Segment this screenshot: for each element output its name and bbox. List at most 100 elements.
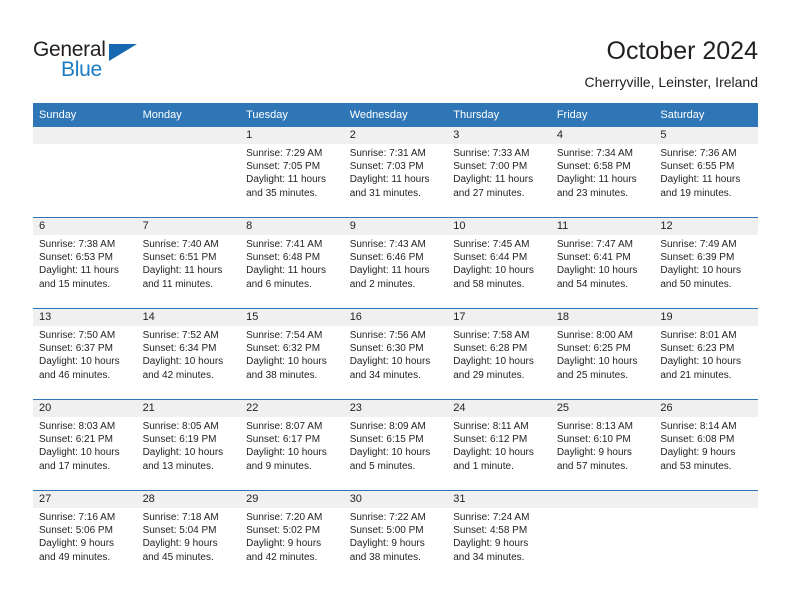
calendar-cell <box>550 490 655 581</box>
sunrise-text: Sunrise: 7:22 AM <box>349 512 426 523</box>
sunrise-text: Sunrise: 7:52 AM <box>142 330 219 341</box>
calendar-cell[interactable]: 3 Sunrise: 7:33 AM Sunset: 7:00 PM Daylight… <box>447 127 551 218</box>
calendar-cell-empty <box>550 491 655 581</box>
day-details: Sunrise: 7:38 AM Sunset: 6:53 PM Daylight:… <box>33 235 137 291</box>
daylight-text: Daylight: 10 hours and 42 minutes. <box>142 356 224 381</box>
calendar-cell[interactable]: 14 Sunrise: 7:52 AM Sunset: 6:34 PM Dayligh… <box>136 308 241 400</box>
day-details: Sunrise: 7:54 AM Sunset: 6:32 PM Daylight:… <box>240 326 344 382</box>
calendar-day: 3 Sunrise: 7:33 AM Sunset: 7:00 PM Daylight… <box>447 127 551 217</box>
calendar-cell[interactable]: 15 Sunrise: 7:54 AM Sunset: 6:32 PM Dayligh… <box>240 308 344 400</box>
calendar-cell[interactable]: 6 Sunrise: 7:38 AM Sunset: 6:53 PM Daylight… <box>33 217 137 309</box>
sunrise-text: Sunrise: 7:31 AM <box>349 148 426 159</box>
calendar-day: 17 Sunrise: 7:58 AM Sunset: 6:28 PM Dayligh… <box>447 309 551 399</box>
calendar-day: 13 Sunrise: 7:50 AM Sunset: 6:37 PM Dayligh… <box>33 309 137 399</box>
sunrise-text: Sunrise: 7:18 AM <box>142 512 219 523</box>
sunset-text: Sunset: 6:17 PM <box>246 434 321 446</box>
sunset-text: Sunset: 6:08 PM <box>660 434 735 446</box>
calendar-body: 1 Sunrise: 7:29 AM Sunset: 7:05 PM Daylight… <box>33 127 758 581</box>
calendar-cell[interactable]: 17 Sunrise: 7:58 AM Sunset: 6:28 PM Dayligh… <box>447 308 551 400</box>
calendar-cell[interactable]: 7 Sunrise: 7:40 AM Sunset: 6:51 PM Daylight… <box>136 217 241 309</box>
day-details: Sunrise: 8:07 AM Sunset: 6:17 PM Daylight:… <box>240 417 344 473</box>
sunrise-text: Sunrise: 8:07 AM <box>246 421 323 432</box>
calendar-cell[interactable]: 10 Sunrise: 7:45 AM Sunset: 6:44 PM Dayligh… <box>447 217 551 309</box>
calendar-cell[interactable]: 11 Sunrise: 7:47 AM Sunset: 6:41 PM Dayligh… <box>550 217 655 309</box>
calendar-cell[interactable]: 30 Sunrise: 7:22 AM Sunset: 5:00 PM Dayligh… <box>343 490 448 581</box>
day-number <box>654 491 758 508</box>
sunset-text: Sunset: 6:19 PM <box>142 434 217 446</box>
calendar-cell[interactable]: 1 Sunrise: 7:29 AM Sunset: 7:05 PM Daylight… <box>240 127 344 218</box>
calendar-cell[interactable]: 29 Sunrise: 7:20 AM Sunset: 5:02 PM Dayligh… <box>240 490 344 581</box>
calendar-page: General Blue October 2024 Cherryville, L… <box>0 0 792 612</box>
calendar-cell[interactable]: 2 Sunrise: 7:31 AM Sunset: 7:03 PM Daylight… <box>343 127 448 218</box>
day-details: Sunrise: 7:20 AM Sunset: 5:02 PM Daylight:… <box>240 508 344 564</box>
calendar-cell[interactable]: 21 Sunrise: 8:05 AM Sunset: 6:19 PM Dayligh… <box>136 399 241 491</box>
sunrise-text: Sunrise: 7:45 AM <box>453 239 530 250</box>
calendar-cell[interactable]: 24 Sunrise: 8:11 AM Sunset: 6:12 PM Dayligh… <box>447 399 551 491</box>
day-number: 2 <box>343 127 448 144</box>
sunrise-text: Sunrise: 7:20 AM <box>246 512 323 523</box>
calendar-cell[interactable]: 13 Sunrise: 7:50 AM Sunset: 6:37 PM Dayligh… <box>33 308 137 400</box>
daylight-text: Daylight: 10 hours and 17 minutes. <box>39 447 120 472</box>
day-details: Sunrise: 7:52 AM Sunset: 6:34 PM Daylight:… <box>137 326 241 382</box>
calendar-day: 8 Sunrise: 7:41 AM Sunset: 6:48 PM Daylight… <box>240 218 344 308</box>
sunset-text: Sunset: 7:00 PM <box>453 161 528 173</box>
calendar-day: 10 Sunrise: 7:45 AM Sunset: 6:44 PM Dayligh… <box>447 218 551 308</box>
day-number: 29 <box>240 491 344 508</box>
day-number: 7 <box>136 218 241 235</box>
sunset-text: Sunset: 6:28 PM <box>453 343 528 355</box>
calendar-cell[interactable]: 25 Sunrise: 8:13 AM Sunset: 6:10 PM Dayligh… <box>550 399 655 491</box>
calendar-day: 23 Sunrise: 8:09 AM Sunset: 6:15 PM Dayligh… <box>343 400 448 490</box>
daylight-text: Daylight: 10 hours and 46 minutes. <box>39 356 120 381</box>
calendar-cell[interactable]: 9 Sunrise: 7:43 AM Sunset: 6:46 PM Daylight… <box>343 217 448 309</box>
day-number: 22 <box>240 400 344 417</box>
day-number: 15 <box>240 309 344 326</box>
daylight-text: Daylight: 10 hours and 1 minute. <box>453 447 534 472</box>
day-number: 10 <box>447 218 551 235</box>
calendar-day: 31 Sunrise: 7:24 AM Sunset: 4:58 PM Dayligh… <box>447 491 551 581</box>
sunrise-text: Sunrise: 7:34 AM <box>556 148 633 159</box>
day-number: 17 <box>447 309 551 326</box>
day-number <box>33 127 137 144</box>
calendar-header-row: Sunday Monday Tuesday Wednesday Thursday… <box>33 103 758 127</box>
day-details: Sunrise: 8:14 AM Sunset: 6:08 PM Daylight:… <box>654 417 758 473</box>
sunset-text: Sunset: 6:48 PM <box>246 252 321 264</box>
sunrise-text: Sunrise: 8:01 AM <box>660 330 737 341</box>
day-number: 26 <box>654 400 758 417</box>
calendar-cell[interactable]: 19 Sunrise: 8:01 AM Sunset: 6:23 PM Dayligh… <box>654 308 758 400</box>
day-details: Sunrise: 8:11 AM Sunset: 6:12 PM Daylight:… <box>447 417 551 473</box>
day-details: Sunrise: 8:01 AM Sunset: 6:23 PM Daylight:… <box>654 326 758 382</box>
calendar-cell[interactable]: 22 Sunrise: 8:07 AM Sunset: 6:17 PM Dayligh… <box>240 399 344 491</box>
calendar-cell[interactable]: 23 Sunrise: 8:09 AM Sunset: 6:15 PM Dayligh… <box>343 399 448 491</box>
sunrise-text: Sunrise: 7:56 AM <box>349 330 426 341</box>
calendar-day: 11 Sunrise: 7:47 AM Sunset: 6:41 PM Dayligh… <box>550 218 655 308</box>
daylight-text: Daylight: 9 hours and 49 minutes. <box>39 538 115 563</box>
day-number: 27 <box>33 491 137 508</box>
day-number: 6 <box>33 218 137 235</box>
daylight-text: Daylight: 11 hours and 15 minutes. <box>39 265 119 290</box>
calendar-cell[interactable]: 16 Sunrise: 7:56 AM Sunset: 6:30 PM Dayligh… <box>343 308 448 400</box>
sunset-text: Sunset: 6:32 PM <box>246 343 321 355</box>
daylight-text: Daylight: 11 hours and 27 minutes. <box>453 174 534 199</box>
triangle-icon <box>109 44 137 61</box>
calendar-cell[interactable]: 31 Sunrise: 7:24 AM Sunset: 4:58 PM Dayligh… <box>447 490 551 581</box>
weekday-header-thursday: Thursday <box>447 103 551 127</box>
calendar-cell[interactable]: 18 Sunrise: 8:00 AM Sunset: 6:25 PM Dayligh… <box>550 308 655 400</box>
calendar-cell[interactable]: 28 Sunrise: 7:18 AM Sunset: 5:04 PM Dayligh… <box>136 490 241 581</box>
day-details: Sunrise: 8:05 AM Sunset: 6:19 PM Daylight:… <box>137 417 241 473</box>
calendar-day: 24 Sunrise: 8:11 AM Sunset: 6:12 PM Dayligh… <box>447 400 551 490</box>
day-number: 23 <box>343 400 448 417</box>
calendar-cell[interactable]: 20 Sunrise: 8:03 AM Sunset: 6:21 PM Dayligh… <box>33 399 137 491</box>
calendar-cell[interactable]: 5 Sunrise: 7:36 AM Sunset: 6:55 PM Daylight… <box>654 127 758 218</box>
sunset-text: Sunset: 7:03 PM <box>349 161 424 173</box>
calendar-cell[interactable]: 8 Sunrise: 7:41 AM Sunset: 6:48 PM Daylight… <box>240 217 344 309</box>
calendar-cell[interactable]: 12 Sunrise: 7:49 AM Sunset: 6:39 PM Dayligh… <box>654 217 758 309</box>
sunset-text: Sunset: 6:51 PM <box>142 252 217 264</box>
calendar-cell[interactable]: 26 Sunrise: 8:14 AM Sunset: 6:08 PM Dayligh… <box>654 399 758 491</box>
calendar-cell[interactable]: 27 Sunrise: 7:16 AM Sunset: 5:06 PM Dayligh… <box>33 490 137 581</box>
daylight-text: Daylight: 10 hours and 54 minutes. <box>556 265 638 290</box>
calendar-cell[interactable]: 4 Sunrise: 7:34 AM Sunset: 6:58 PM Daylight… <box>550 127 655 218</box>
day-number: 4 <box>550 127 655 144</box>
day-details: Sunrise: 7:24 AM Sunset: 4:58 PM Daylight:… <box>447 508 551 564</box>
calendar-day: 5 Sunrise: 7:36 AM Sunset: 6:55 PM Daylight… <box>654 127 758 217</box>
day-number: 13 <box>33 309 137 326</box>
